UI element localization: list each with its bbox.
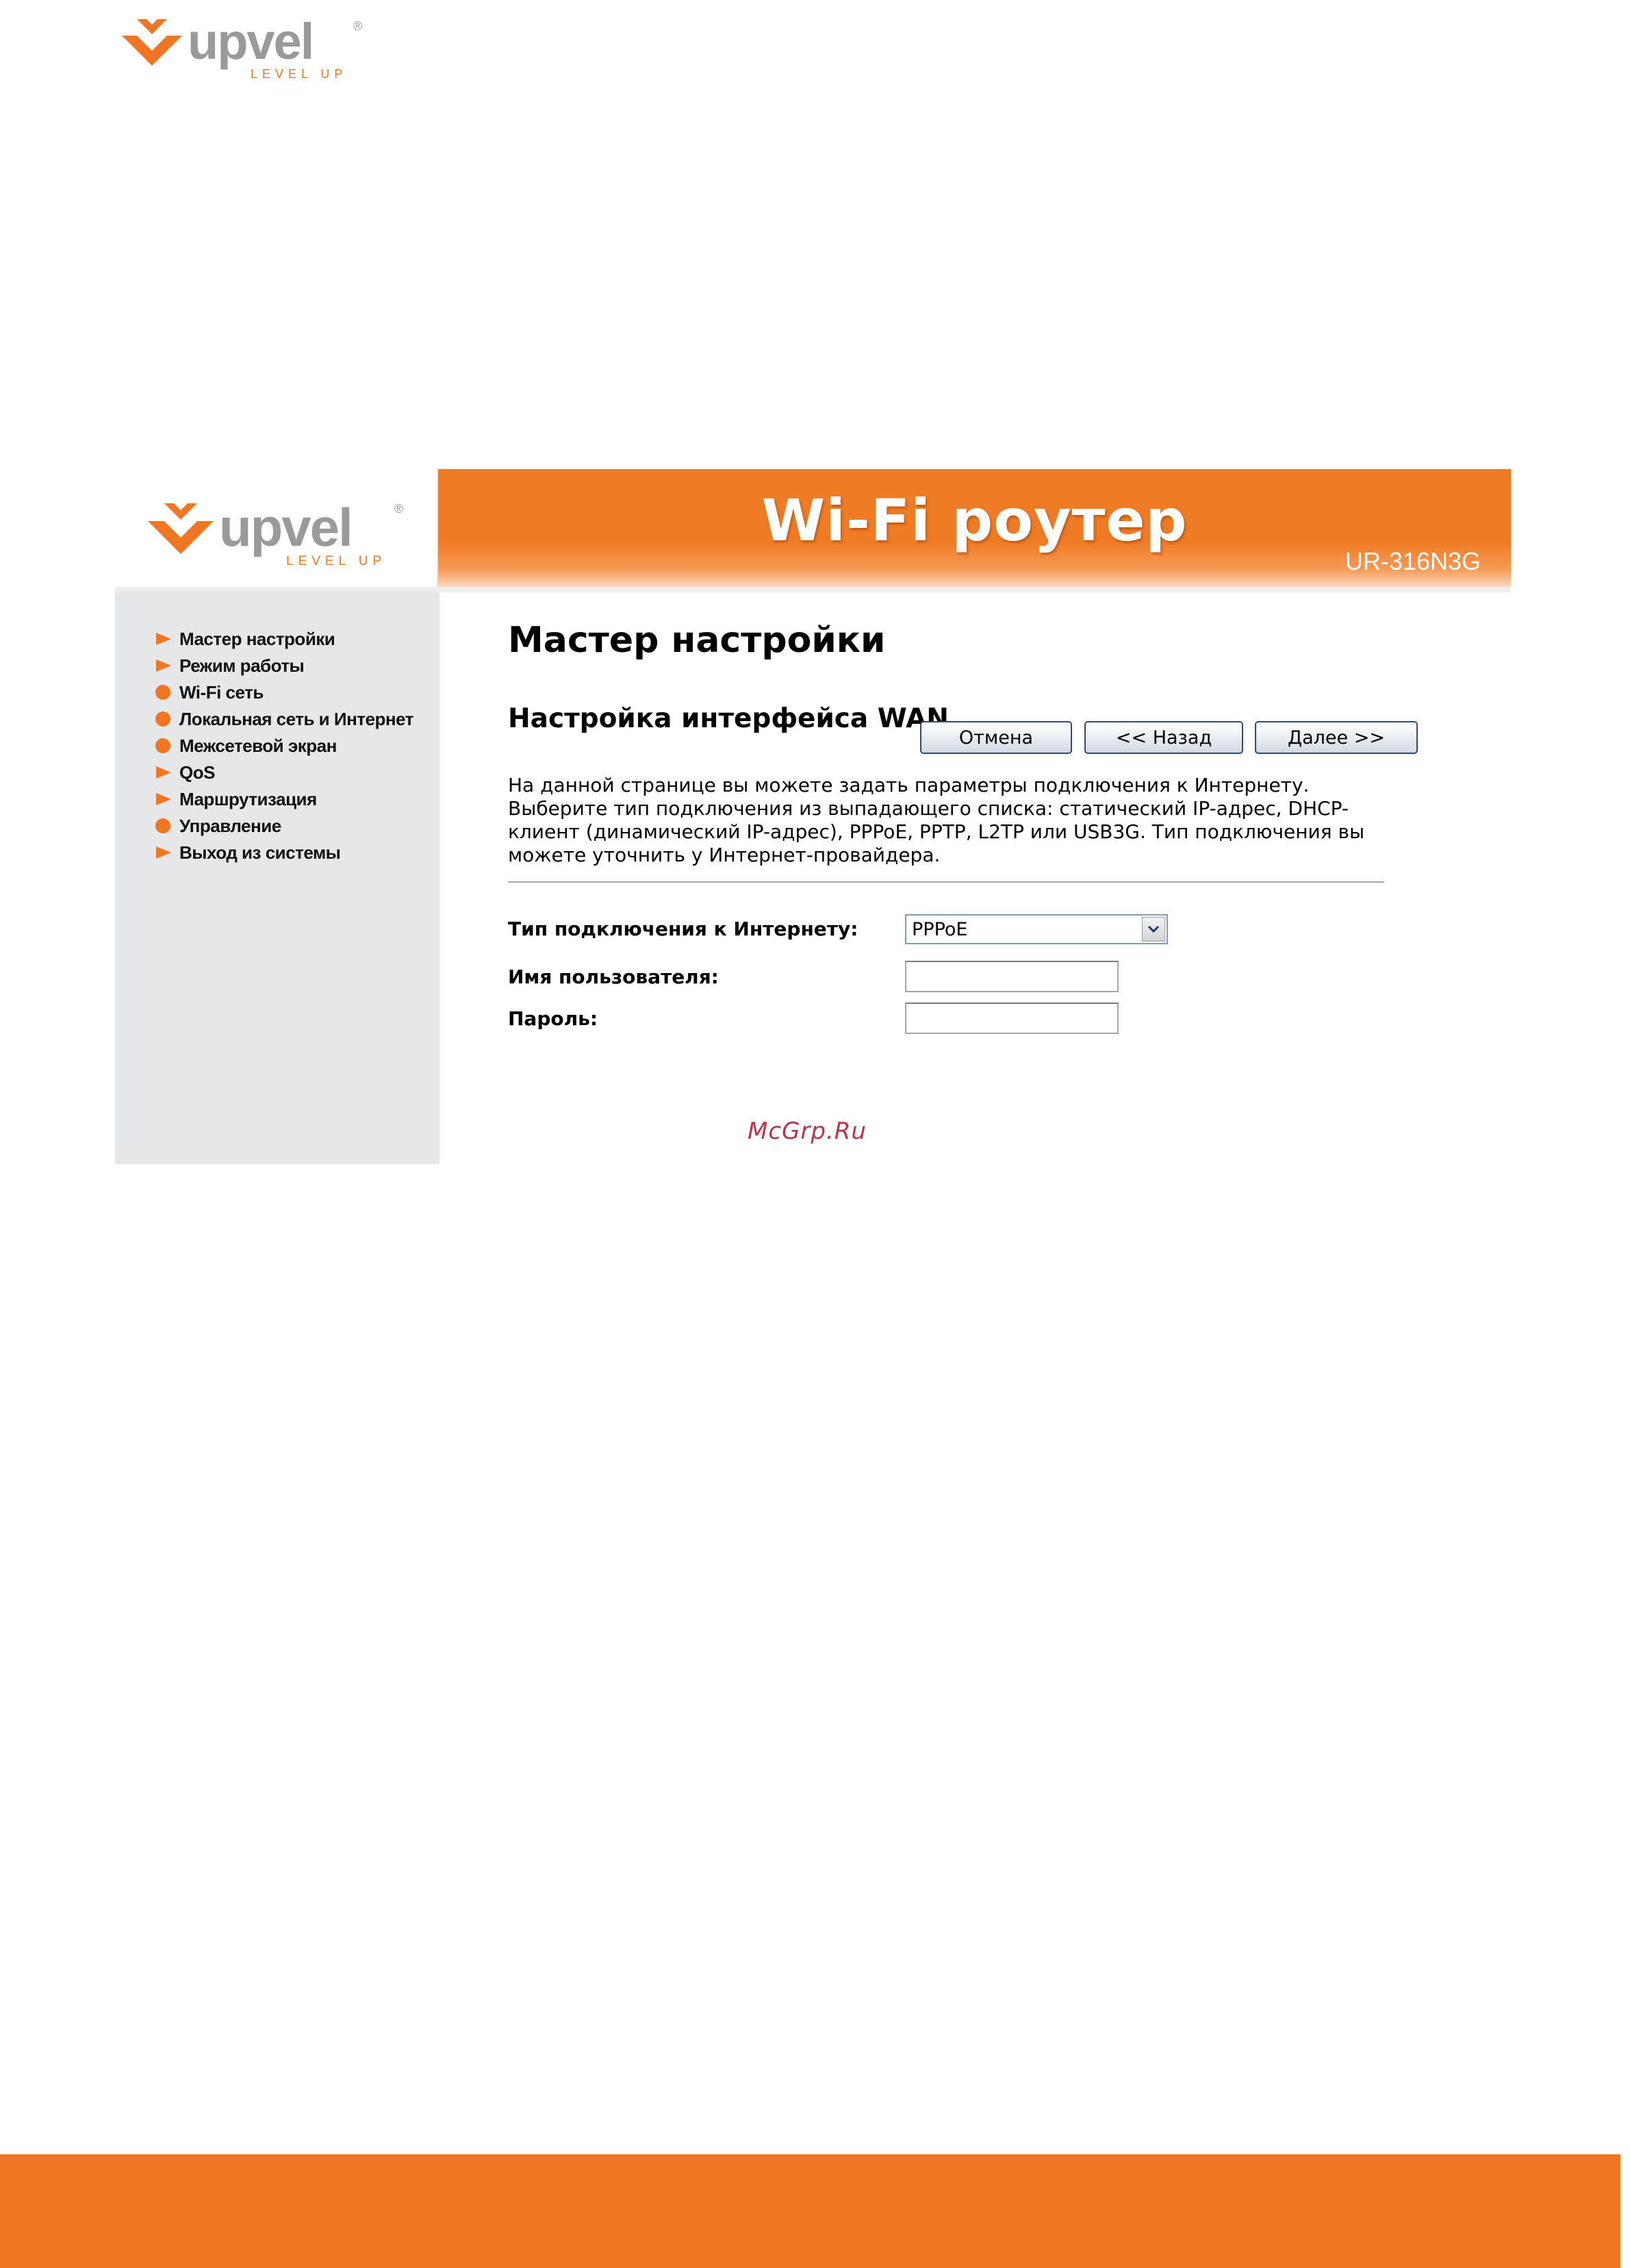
page-title: Мастер настройки xyxy=(508,620,886,661)
password-label: Пароль: xyxy=(508,1007,598,1030)
circle-bullet-icon xyxy=(155,709,175,729)
sidebar-item-label: QoS xyxy=(179,761,215,783)
section-title: Настройка интерфейса WAN xyxy=(508,703,949,734)
sidebar-item-logout[interactable]: Выход из системы xyxy=(155,840,341,865)
sidebar-item-qos[interactable]: QoS xyxy=(155,760,215,785)
divider xyxy=(508,881,1384,883)
chevron-down-icon[interactable] xyxy=(1142,917,1165,942)
triangle-arrow-icon xyxy=(155,789,175,809)
main-content: Мастер настройки Настройка интерфейса WA… xyxy=(440,592,1510,1164)
model-number: UR-316N3G xyxy=(1345,547,1481,575)
upvel-logo-icon: upvel ® LEVEL UP xyxy=(122,13,362,81)
sidebar-item-routing[interactable]: Маршрутизация xyxy=(155,787,317,811)
sidebar-item-wifi[interactable]: Wi-Fi сеть xyxy=(155,680,264,705)
header-title: Wi-Fi роутер xyxy=(761,487,1188,554)
triangle-arrow-icon xyxy=(155,842,175,863)
logo-tagline: LEVEL UP xyxy=(251,67,347,81)
triangle-arrow-icon xyxy=(155,762,175,783)
sidebar-item-label: Wi-Fi сеть xyxy=(179,681,264,703)
ui-header-logo: upvel ® LEVEL UP xyxy=(115,469,437,587)
sidebar-item-label: Маршрутизация xyxy=(179,788,317,809)
sidebar-item-label: Мастер настройки xyxy=(179,628,335,649)
sidebar-item-firewall[interactable]: Межсетевой экран xyxy=(155,733,337,758)
page-logo: upvel ® LEVEL UP xyxy=(116,10,370,85)
sidebar: Мастер настройки Режим работы Wi-Fi сеть… xyxy=(115,592,440,1164)
logo-tagline: LEVEL UP xyxy=(286,554,386,568)
description-line: клиент (динамический IP-адрес), PPPoE, P… xyxy=(508,820,1365,843)
back-button[interactable]: << Назад xyxy=(1084,721,1243,754)
upvel-logo-icon: upvel ® LEVEL UP xyxy=(148,497,403,568)
username-input[interactable] xyxy=(905,961,1119,992)
cancel-button[interactable]: Отмена xyxy=(920,721,1072,754)
connection-type-select[interactable]: PPPoE xyxy=(905,914,1168,944)
circle-bullet-icon xyxy=(155,735,175,756)
sidebar-item-setup-wizard[interactable]: Мастер настройки xyxy=(155,627,335,651)
footer-bar xyxy=(0,2154,1620,2268)
sidebar-item-label: Выход из системы xyxy=(179,842,341,863)
header-separator xyxy=(115,587,1510,592)
sidebar-item-label: Управление xyxy=(179,815,281,836)
sidebar-item-label: Межсетевой экран xyxy=(179,735,337,756)
svg-text:®: ® xyxy=(394,502,403,516)
sidebar-item-label: Локальная сеть и Интернет xyxy=(179,708,413,729)
sidebar-item-label: Режим работы xyxy=(179,655,305,676)
circle-bullet-icon xyxy=(155,682,175,703)
description-text: На данной странице вы можете задать пара… xyxy=(508,774,1384,867)
username-label: Имя пользователя: xyxy=(508,966,719,988)
sidebar-item-operation-mode[interactable]: Режим работы xyxy=(155,653,305,678)
svg-text:®: ® xyxy=(353,19,362,33)
connection-type-label: Тип подключения к Интернету: xyxy=(508,918,858,940)
password-input[interactable] xyxy=(905,1003,1119,1034)
header-banner: Wi-Fi роутер UR-316N3G xyxy=(437,469,1511,587)
select-value: PPPoE xyxy=(912,919,968,940)
description-line: Выберите тип подключения из выпадающего … xyxy=(508,797,1349,820)
description-line: На данной странице вы можете задать пара… xyxy=(508,774,1310,796)
logo-wordmark: upvel xyxy=(188,13,313,70)
triangle-arrow-icon xyxy=(155,655,175,676)
router-web-ui: upvel ® LEVEL UP Wi-Fi роутер UR-316N3G … xyxy=(115,469,1511,1164)
circle-bullet-icon xyxy=(155,816,175,836)
next-button[interactable]: Далее >> xyxy=(1255,721,1418,754)
triangle-arrow-icon xyxy=(155,629,175,649)
sidebar-item-management[interactable]: Управление xyxy=(155,814,281,838)
logo-wordmark: upvel xyxy=(219,497,352,557)
description-line: можете уточнить у Интернет-провайдера. xyxy=(508,844,941,866)
sidebar-item-lan-internet[interactable]: Локальная сеть и Интернет xyxy=(155,707,413,731)
watermark: McGrp.Ru xyxy=(748,1118,867,1145)
